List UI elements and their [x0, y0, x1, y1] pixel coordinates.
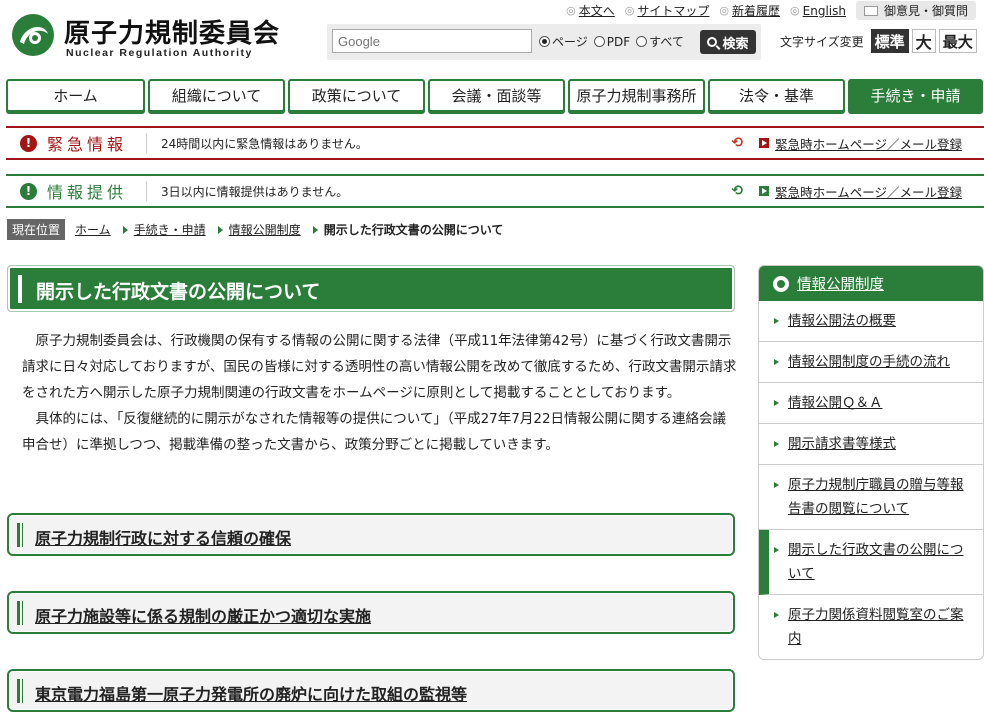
sitemap-link[interactable]: ◎ サイトマップ: [625, 2, 710, 19]
nav-home[interactable]: ホーム: [6, 79, 145, 112]
sidebar-item-law-overview[interactable]: 情報公開法の概要: [759, 301, 983, 342]
breadcrumb-item[interactable]: ホーム: [75, 221, 111, 238]
search-scope: ページ PDF すべて: [539, 33, 690, 50]
arrow-box-icon: [759, 138, 770, 148]
sidebar-item-request-forms[interactable]: 開示請求書等様式: [759, 424, 983, 465]
search-area: ページ PDF すべて 検索: [327, 24, 761, 60]
sidebar-item-qa[interactable]: 情報公開Ｑ＆Ａ: [759, 383, 983, 424]
logo-subtitle: Nuclear Regulation Authority: [66, 47, 253, 59]
circle-chevron-icon: ◎: [566, 4, 576, 17]
title-accent-bar: [18, 275, 22, 303]
font-size-large-button[interactable]: 大: [911, 29, 936, 53]
nav-procedures[interactable]: 手続き・申請: [848, 79, 983, 112]
info-message: 3日以内に情報提供はありません。: [161, 184, 349, 199]
search-input[interactable]: [332, 29, 532, 53]
english-link[interactable]: ◎ English: [790, 4, 846, 18]
triangle-right-icon: [774, 547, 779, 553]
circle-icon: [773, 275, 789, 292]
triangle-right-icon: [774, 612, 779, 618]
font-size-label: 文字サイズ変更: [780, 34, 864, 49]
emergency-message: 24時間以内に緊急情報はありません。: [161, 136, 368, 151]
scope-pdf-radio[interactable]: PDF: [593, 33, 630, 50]
circle-chevron-icon: ◎: [719, 4, 730, 17]
refresh-icon[interactable]: ⟲: [731, 183, 743, 199]
breadcrumb-item[interactable]: 情報公開制度: [217, 221, 301, 238]
nav-laws-standards[interactable]: 法令・基準: [708, 79, 845, 112]
triangle-right-icon: [774, 441, 779, 447]
section-title: 東京電力福島第一原子力発電所の廃炉に向けた取組の監視等: [35, 685, 468, 704]
skip-to-content-link[interactable]: ◎ 本文へ: [566, 2, 615, 19]
nav-regional-offices[interactable]: 原子力規制事務所: [568, 79, 705, 112]
divider: [146, 133, 147, 153]
information-bar: ! 情報提供 3日以内に情報提供はありません。 ⟲ 緊急時ホームページ／メール登録: [6, 174, 984, 208]
info-registration-link[interactable]: 緊急時ホームページ／メール登録: [759, 182, 962, 201]
emergency-registration-link[interactable]: 緊急時ホームページ／メール登録: [759, 134, 962, 153]
font-size-xlarge-button[interactable]: 最大: [938, 29, 977, 53]
mail-icon: [863, 5, 878, 16]
sidebar: 情報公開制度 情報公開法の概要 情報公開制度の手続の流れ 情報公開Ｑ＆Ａ 開示請…: [758, 265, 984, 660]
triangle-right-icon: [312, 225, 318, 234]
scope-page-radio[interactable]: ページ: [539, 33, 588, 50]
logo-title: 原子力規制委員会: [64, 19, 281, 49]
triangle-right-icon: [774, 359, 779, 365]
font-size-control: 文字サイズ変更 標準 大 最大: [780, 29, 977, 53]
opinion-button[interactable]: 御意見・御質問: [855, 1, 976, 20]
circle-chevron-icon: ◎: [790, 4, 800, 17]
breadcrumb-current: 開示した行政文書の公開について: [312, 221, 503, 238]
breadcrumb: 現在位置 ホーム 手続き・申請 情報公開制度 開示した行政文書の公開について: [7, 219, 515, 240]
section-heading[interactable]: 原子力規制行政に対する信頼の確保: [7, 513, 735, 556]
circle-chevron-icon: ◎: [624, 4, 635, 17]
refresh-icon[interactable]: ⟲: [731, 135, 743, 151]
search-icon: [707, 37, 718, 47]
arrow-box-icon: [759, 186, 770, 196]
section-heading[interactable]: 原子力施設等に係る規制の厳正かつ適切な実施: [7, 591, 735, 634]
exclamation-icon: !: [20, 182, 37, 200]
site-logo[interactable]: 原子力規制委員会 Nuclear Regulation Authority: [10, 10, 290, 62]
nra-logo-icon: [12, 14, 54, 56]
sidebar-item-reading-room[interactable]: 原子力関係資料閲覧室のご案内: [759, 595, 983, 659]
intro-paragraph: 原子力規制委員会は、行政機関の保有する情報の公開に関する法律（平成11年法律第4…: [22, 333, 737, 401]
sidebar-item-procedure-flow[interactable]: 情報公開制度の手続の流れ: [759, 342, 983, 383]
page-title-bar: 開示した行政文書の公開について: [7, 265, 735, 312]
triangle-right-icon: [774, 482, 779, 488]
info-title: 情報提供: [47, 183, 128, 202]
search-button[interactable]: 検索: [700, 30, 756, 54]
section-title: 原子力規制行政に対する信頼の確保: [35, 529, 292, 548]
triangle-right-icon: [217, 225, 223, 234]
scope-all-radio[interactable]: すべて: [636, 33, 684, 50]
sidebar-title: 情報公開制度: [797, 277, 884, 293]
nav-policy[interactable]: 政策について: [288, 79, 425, 112]
triangle-right-icon: [122, 225, 128, 234]
whats-new-link[interactable]: ◎ 新着履歴: [719, 2, 780, 19]
triangle-right-icon: [774, 400, 779, 406]
triangle-right-icon: [774, 318, 779, 324]
exclamation-icon: !: [20, 134, 37, 152]
page-title: 開示した行政文書の公開について: [36, 281, 321, 303]
breadcrumb-item[interactable]: 手続き・申請: [122, 221, 206, 238]
sidebar-header[interactable]: 情報公開制度: [759, 266, 983, 301]
intro-text: 原子力規制委員会は、行政機関の保有する情報の公開に関する法律（平成11年法律第4…: [22, 328, 738, 458]
utility-links: ◎ 本文へ ◎ サイトマップ ◎ 新着履歴 ◎ English 御意見・御質問: [556, 1, 976, 20]
sidebar-item-disclosed-documents[interactable]: 開示した行政文書の公開について: [759, 530, 983, 595]
section-heading[interactable]: 東京電力福島第一原子力発電所の廃炉に向けた取組の監視等: [7, 669, 735, 712]
font-size-standard-button[interactable]: 標準: [870, 29, 909, 53]
emergency-title: 緊急情報: [47, 135, 128, 154]
global-nav: ホーム 組織について 政策について 会議・面談等 原子力規制事務所 法令・基準 …: [6, 79, 984, 113]
emergency-info-bar: ! 緊急情報 24時間以内に緊急情報はありません。 ⟲ 緊急時ホームページ／メール…: [6, 126, 984, 160]
section-title: 原子力施設等に係る規制の厳正かつ適切な実施: [35, 607, 372, 626]
nav-meetings[interactable]: 会議・面談等: [428, 79, 565, 112]
sidebar-item-gift-reports[interactable]: 原子力規制庁職員の贈与等報告書の閲覧について: [759, 465, 983, 530]
divider: [146, 181, 147, 201]
nav-organization[interactable]: 組織について: [148, 79, 285, 112]
breadcrumb-label: 現在位置: [7, 219, 66, 240]
intro-paragraph: 具体的には、「反復継続的に開示がなされた情報等の提供について」（平成27年7月2…: [22, 411, 727, 453]
